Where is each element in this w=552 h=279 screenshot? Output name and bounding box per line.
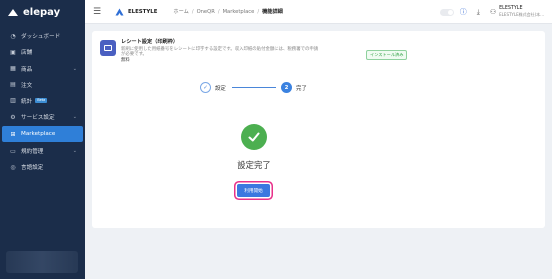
top-header: ☰ ELESTYLE ホーム / OneQR / Marketplace / 機… (85, 0, 552, 24)
user-menu[interactable]: ⚇ ELESTYLE ELESTYLE株式会社(本... (490, 6, 544, 18)
sidebar-item-label: ダッシュボード (21, 34, 61, 41)
header-actions: ⓘ ⤓ ⚇ ELESTYLE ELESTYLE株式会社(本... (439, 0, 544, 24)
gear-icon: ⚙ (10, 113, 16, 121)
sidebar-item-marketplace[interactable]: ⊞ Marketplace (2, 126, 83, 143)
app-price: 無料 (121, 57, 130, 63)
sidebar-item-label: 規約管理 (21, 149, 44, 156)
clock-icon: ◔ (10, 32, 16, 40)
app-logo[interactable]: elepay (0, 0, 85, 24)
store-icon: ▣ (10, 48, 16, 56)
main-card: レシート設定（印刷枠） 新刷に使用した用紙番号をレシートに印字する設定です。収入… (92, 31, 545, 228)
stepper: ✓ 設定 2 完了 (92, 81, 545, 95)
sidebar-item-label: 統計 (21, 98, 33, 105)
step-1-label: 設定 (215, 86, 226, 92)
chevron-down-icon: ⌄ (72, 65, 77, 72)
elepay-logo-icon (8, 8, 18, 16)
sidebar-item-orders[interactable]: ▤ 注文 (0, 77, 85, 93)
download-icon[interactable]: ⤓ (477, 8, 480, 17)
theme-toggle[interactable] (439, 8, 454, 16)
sidebar-item-language[interactable]: ◎ 言語設定 (0, 159, 85, 175)
step-2-label: 完了 (296, 86, 307, 92)
installed-badge: インストール済み (366, 50, 408, 60)
sidebar-item-label: 言語設定 (21, 165, 44, 172)
chevron-down-icon: ⌄ (72, 148, 77, 155)
chart-icon: ▥ (10, 97, 16, 105)
sidebar-item-terms[interactable]: ▭ 規約管理 ⌄ (0, 143, 85, 159)
sidebar-item-stats[interactable]: ▥ 統計 Beta (0, 93, 85, 109)
sidebar-footer-blurred (6, 251, 78, 273)
sidebar-item-service-settings[interactable]: ⚙ サービス設定 ⌄ (0, 109, 85, 125)
user-icon: ⚇ (489, 8, 497, 16)
sidebar-item-label: 注文 (21, 82, 33, 89)
app-summary: レシート設定（印刷枠） 新刷に使用した用紙番号をレシートに印字する設定です。収入… (100, 39, 537, 68)
brand: ELESTYLE (115, 8, 157, 16)
grid-icon: ⊞ (10, 130, 16, 138)
receipt-app-icon (100, 40, 116, 56)
sidebar: elepay ◔ ダッシュボード ▣ 店舗 ▦ 商品 ⌄ ▤ 注文 ▥ 統計 B… (0, 0, 85, 279)
breadcrumb-home[interactable]: ホーム (173, 8, 188, 15)
document-icon: ▤ (10, 81, 16, 89)
logo-text: elepay (23, 6, 61, 18)
breadcrumb-separator: / (191, 8, 194, 15)
sidebar-item-label: サービス設定 (21, 115, 55, 122)
completion-title: 設定完了 (237, 160, 271, 170)
sidebar-item-dashboard[interactable]: ◔ ダッシュボード (0, 28, 85, 44)
breadcrumb-oneqr[interactable]: OneQR (197, 9, 215, 15)
breadcrumb-current: 機能詳細 (262, 9, 283, 15)
chevron-down-icon: ⌄ (72, 114, 77, 121)
app-info: レシート設定（印刷枠） 新刷に使用した用紙番号をレシートに印字する設定です。収入… (121, 39, 537, 68)
breadcrumb-separator: / (217, 8, 220, 15)
sidebar-item-label: 商品 (21, 66, 33, 73)
step-connector (232, 87, 276, 88)
sidebar-item-store[interactable]: ▣ 店舗 (0, 44, 85, 60)
beta-badge: Beta (35, 98, 48, 104)
step-1-check-icon: ✓ (200, 82, 211, 93)
breadcrumb-marketplace[interactable]: Marketplace (223, 9, 255, 15)
app-title: レシート設定（印刷枠） (121, 39, 179, 45)
success-check-icon (241, 124, 267, 150)
breadcrumb-separator: / (257, 8, 260, 15)
box-icon: ▦ (10, 65, 16, 73)
sidebar-item-products[interactable]: ▦ 商品 ⌄ (0, 61, 85, 77)
sidebar-item-label: Marketplace (21, 131, 56, 138)
brand-logo-icon (115, 8, 124, 15)
help-icon[interactable]: ⓘ (460, 7, 467, 17)
step-2-number: 2 (281, 82, 292, 93)
start-using-button[interactable]: 利用開始 (237, 184, 270, 197)
brand-name: ELESTYLE (128, 8, 158, 15)
doc-icon: ▭ (10, 147, 16, 155)
breadcrumb: ホーム / OneQR / Marketplace / 機能詳細 (173, 8, 283, 16)
menu-toggle-icon[interactable]: ☰ (85, 7, 109, 17)
sidebar-item-label: 店舗 (21, 50, 33, 57)
globe-icon: ◎ (10, 163, 16, 171)
user-company: ELESTYLE株式会社(本... (499, 12, 544, 17)
